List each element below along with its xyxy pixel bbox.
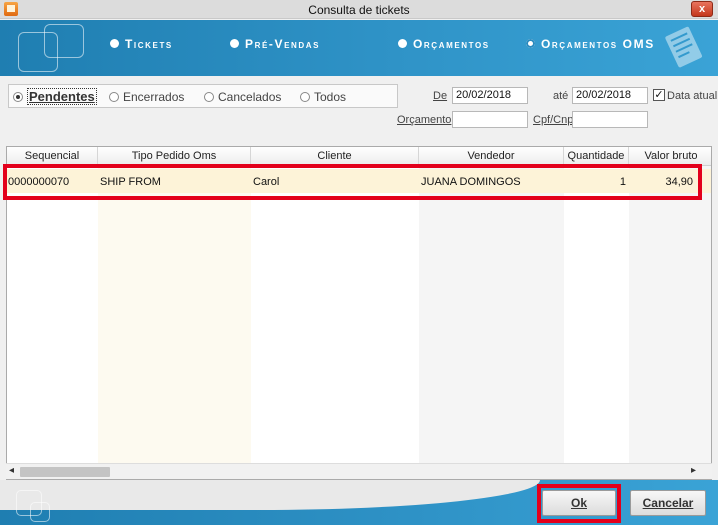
horizontal-scrollbar[interactable]: ◂ ▸ — [6, 463, 712, 479]
header-banner: Tickets Pré-Vendas Orçamentos Orçamentos… — [0, 20, 718, 76]
cell-quantidade: 1 — [619, 176, 626, 188]
scroll-right-icon[interactable]: ▸ — [691, 465, 696, 476]
nav-option-orcamentos[interactable]: Orçamentos — [398, 37, 490, 51]
column-stripe — [629, 147, 711, 479]
radio-icon — [398, 39, 407, 48]
de-date-input[interactable]: 20/02/2018 — [452, 87, 528, 104]
document-icon — [664, 23, 714, 75]
radio-selected-icon — [13, 92, 23, 102]
header-logo-shape — [44, 24, 84, 58]
status-option-pendentes[interactable]: Pendentes — [13, 88, 97, 105]
radio-icon — [109, 92, 119, 102]
cell-sequencial: 0000000070 — [8, 176, 70, 188]
table-row[interactable]: 0000000070 SHIP FROM Carol JUANA DOMINGO… — [7, 169, 711, 193]
cpf-cnpj-input[interactable] — [572, 111, 648, 128]
column-header-cliente[interactable]: Cliente — [251, 147, 419, 166]
radio-selected-icon — [526, 39, 535, 48]
cell-tipo-pedido-oms: SHIP FROM — [100, 176, 161, 188]
column-header-tipo-pedido-oms[interactable]: Tipo Pedido Oms — [98, 147, 251, 166]
radio-icon — [230, 39, 239, 48]
window-title: Consulta de tickets — [308, 3, 410, 17]
tickets-grid[interactable]: Sequencial Tipo Pedido Oms Cliente Vende… — [6, 146, 712, 480]
column-header-quantidade[interactable]: Quantidade — [564, 147, 629, 166]
cell-cliente: Carol — [253, 176, 280, 188]
grid-header: Sequencial Tipo Pedido Oms Cliente Vende… — [7, 147, 711, 166]
cell-valor-bruto: 34,90 — [665, 176, 693, 188]
status-option-todos[interactable]: Todos — [300, 90, 346, 104]
ate-label: até — [553, 90, 569, 102]
ate-date-input[interactable]: 20/02/2018 — [572, 87, 648, 104]
ok-button-highlight-annotation — [537, 484, 621, 523]
scrollbar-thumb[interactable] — [20, 467, 110, 477]
column-stripe — [419, 147, 564, 479]
cancelar-button[interactable]: Cancelar — [630, 490, 706, 516]
title-bar: Consulta de tickets x — [0, 0, 718, 19]
cpf-cnpj-label: Cpf/Cnpj — [533, 114, 576, 126]
cell-vendedor: JUANA DOMINGOS — [421, 176, 521, 188]
nav-option-pre-vendas[interactable]: Pré-Vendas — [230, 37, 320, 51]
close-button[interactable]: x — [691, 1, 713, 17]
data-atual-label: Data atual — [667, 90, 718, 102]
status-option-cancelados[interactable]: Cancelados — [204, 90, 281, 104]
scroll-left-icon[interactable]: ◂ — [9, 465, 14, 476]
orcamento-input[interactable] — [452, 111, 528, 128]
radio-icon — [204, 92, 214, 102]
status-filter-group: Pendentes Encerrados Cancelados Todos — [8, 84, 398, 108]
column-header-sequencial[interactable]: Sequencial — [7, 147, 98, 166]
footer-swoosh — [0, 480, 540, 510]
column-header-valor-bruto[interactable]: Valor bruto — [629, 147, 711, 166]
de-label: De — [433, 90, 448, 102]
column-header-vendedor[interactable]: Vendedor — [419, 147, 564, 166]
column-stripe — [98, 147, 251, 479]
nav-option-orcamentos-oms[interactable]: Orçamentos OMS — [526, 37, 655, 51]
data-atual-checkbox[interactable]: ✓ — [653, 89, 665, 101]
nav-option-tickets[interactable]: Tickets — [110, 37, 173, 51]
status-option-encerrados[interactable]: Encerrados — [109, 90, 184, 104]
orcamento-label: Orçamento — [397, 114, 452, 126]
radio-icon — [110, 39, 119, 48]
radio-icon — [300, 92, 310, 102]
footer-logo-shape — [30, 502, 50, 522]
